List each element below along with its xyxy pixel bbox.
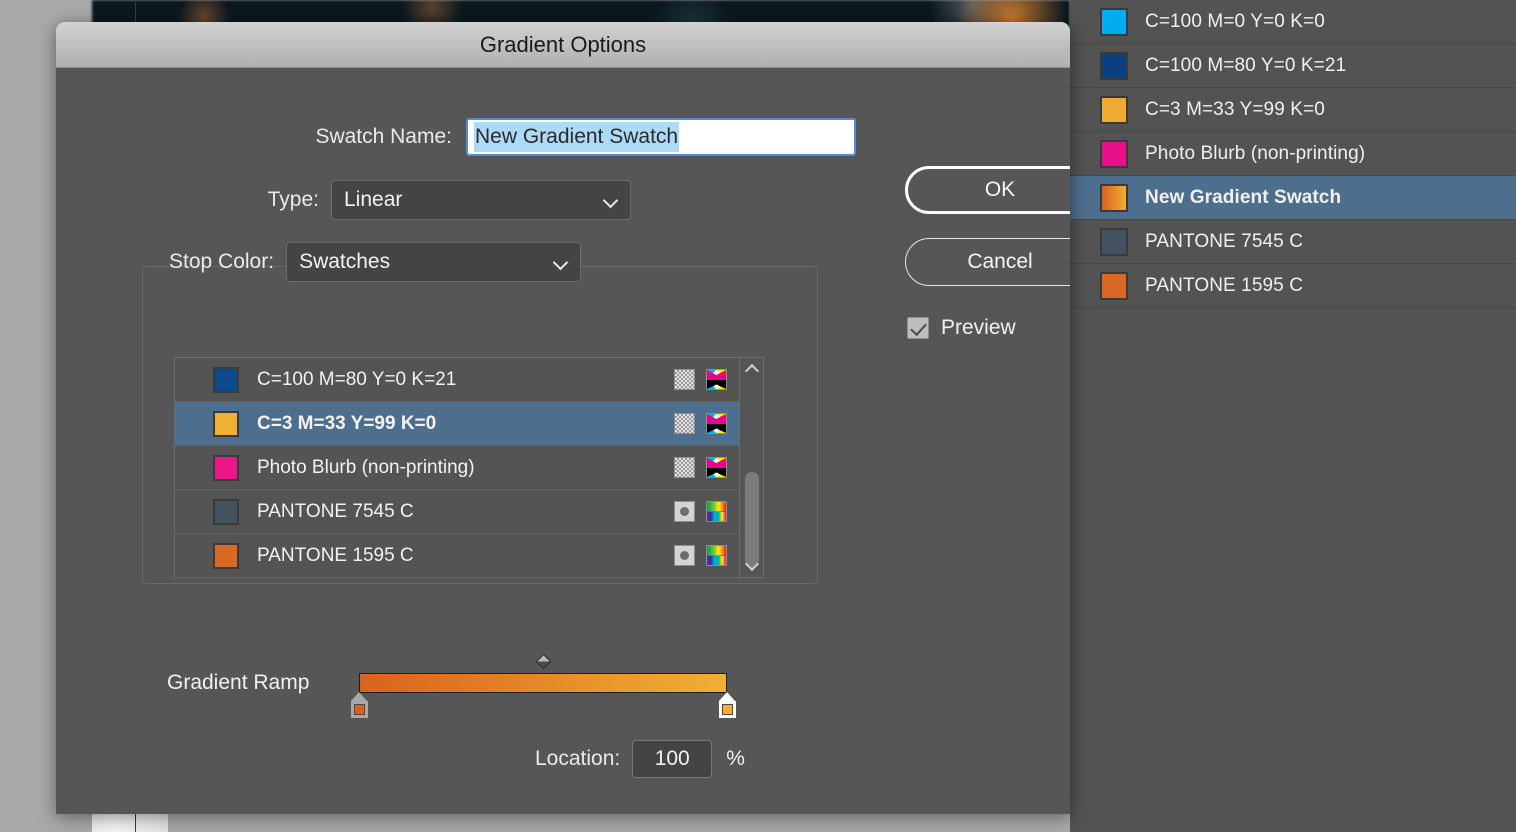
scroll-down-arrow-icon[interactable]: [740, 555, 764, 577]
preview-row[interactable]: Preview: [907, 316, 1016, 340]
rainbow-spot-mode-icon: [706, 545, 727, 566]
location-row: Location: 100 %: [535, 740, 745, 778]
swatch-panel-row[interactable]: C=100 M=0 Y=0 K=0: [1070, 0, 1516, 44]
swatch-panel-row[interactable]: C=3 M=33 Y=99 K=0: [1070, 88, 1516, 132]
preview-label: Preview: [941, 316, 1016, 339]
stop-color-swatch-list[interactable]: C=100 M=80 Y=0 K=21 C=3 M=33 Y=99 K=0 Phot…: [174, 357, 764, 578]
swatch-list-row-label: PANTONE 1595 C: [257, 544, 414, 566]
gradient-stop-swatch: [718, 701, 736, 718]
swatch-list-scrollbar[interactable]: [739, 358, 763, 577]
cmyk-process-mode-icon: [706, 457, 727, 478]
gradient-stop-pointer: [351, 692, 367, 701]
swatch-panel-row-label: New Gradient Swatch: [1145, 186, 1342, 208]
cmyk-process-mode-icon: [706, 413, 727, 434]
swatch-color-chip: [213, 410, 239, 437]
swatch-panel-row-label: Photo Blurb (non-printing): [1145, 142, 1366, 164]
spot-color-icon: [674, 545, 695, 566]
scrollbar-track[interactable]: [740, 380, 764, 568]
type-label: Type:: [267, 188, 319, 211]
swatch-panel-row[interactable]: PANTONE 1595 C: [1070, 264, 1516, 308]
gradient-stop[interactable]: [350, 692, 368, 718]
swatch-name-value: New Gradient Swatch: [474, 122, 680, 152]
swatch-color-chip: [1100, 7, 1128, 36]
swatch-list-row-label: C=100 M=80 Y=0 K=21: [257, 368, 457, 390]
swatch-row-icons: [674, 545, 727, 566]
swatch-color-chip: [1100, 95, 1128, 124]
swatch-row-icons: [674, 413, 727, 434]
swatches-panel[interactable]: C=100 M=0 Y=0 K=0 C=100 M=80 Y=0 K=21 C=3 …: [1070, 0, 1516, 832]
swatch-list-row[interactable]: PANTONE 1595 C: [175, 534, 739, 578]
preview-checkbox[interactable]: [907, 317, 929, 339]
swatch-name-row: Swatch Name: New Gradient Swatch: [56, 118, 856, 156]
swatch-panel-row[interactable]: C=100 M=80 Y=0 K=21: [1070, 44, 1516, 88]
swatch-name-input[interactable]: New Gradient Swatch: [466, 118, 856, 156]
swatch-list-row[interactable]: C=3 M=33 Y=99 K=0: [175, 402, 739, 446]
swatch-panel-row[interactable]: New Gradient Swatch: [1070, 176, 1516, 220]
stop-color-row: Stop Color: Swatches: [169, 242, 582, 282]
swatch-color-chip: [213, 542, 239, 569]
dialog-title-bar: Gradient Options: [56, 22, 1070, 68]
stop-color-value: Swatches: [299, 250, 391, 273]
tint-checker-icon: [674, 413, 695, 434]
swatch-panel-row-label: C=100 M=80 Y=0 K=21: [1145, 54, 1347, 76]
gradient-ramp-label: Gradient Ramp: [167, 671, 310, 694]
swatch-panel-row-label: C=3 M=33 Y=99 K=0: [1145, 98, 1325, 120]
swatch-row-icons: [674, 457, 727, 478]
gradient-midpoint-marker[interactable]: [535, 653, 551, 670]
stop-color-label: Stop Color:: [169, 250, 275, 273]
tint-checker-icon: [674, 457, 695, 478]
gradient-stop[interactable]: [718, 692, 736, 718]
gradient-stop-pointer: [719, 692, 735, 701]
swatch-panel-row[interactable]: Photo Blurb (non-printing): [1070, 132, 1516, 176]
gradient-stop-swatch: [350, 701, 368, 718]
stop-color-select[interactable]: Swatches: [286, 242, 582, 282]
swatch-panel-row-label: PANTONE 7545 C: [1145, 230, 1304, 252]
tint-checker-icon: [674, 369, 695, 390]
swatch-list-rows: C=100 M=80 Y=0 K=21 C=3 M=33 Y=99 K=0 Phot…: [175, 358, 739, 578]
swatch-color-chip: [1100, 51, 1128, 80]
type-value: Linear: [344, 188, 403, 211]
swatch-color-chip: [1100, 139, 1128, 168]
scroll-up-arrow-icon[interactable]: [740, 358, 764, 380]
swatch-color-chip: [213, 454, 239, 481]
location-value: 100: [654, 747, 690, 770]
location-label: Location:: [535, 747, 621, 770]
rainbow-spot-mode-icon: [706, 501, 727, 522]
chevron-down-icon: [604, 192, 620, 208]
swatch-color-chip: [1100, 271, 1128, 300]
scrollbar-thumb[interactable]: [744, 472, 759, 568]
location-input[interactable]: 100: [632, 740, 713, 778]
dialog-body: Swatch Name: New Gradient Swatch Type: L…: [56, 68, 1070, 814]
type-select[interactable]: Linear: [331, 180, 631, 220]
chevron-down-icon: [554, 254, 570, 270]
dialog-title: Gradient Options: [479, 31, 647, 57]
swatch-panel-row[interactable]: PANTONE 7545 C: [1070, 220, 1516, 264]
swatch-panel-row-label: PANTONE 1595 C: [1145, 274, 1304, 296]
swatch-color-chip: [213, 366, 239, 393]
swatch-list-row-label: Photo Blurb (non-printing): [257, 456, 475, 478]
swatch-list-row-label: C=3 M=33 Y=99 K=0: [257, 412, 437, 434]
swatch-name-label: Swatch Name:: [315, 125, 452, 148]
swatch-color-chip: [1100, 183, 1128, 212]
gradient-options-dialog: Gradient Options Swatch Name: New Gradie…: [56, 22, 1070, 814]
swatch-row-icons: [674, 369, 727, 390]
swatch-list-row[interactable]: C=100 M=80 Y=0 K=21: [175, 358, 739, 402]
location-unit: %: [726, 747, 745, 770]
swatch-list-row[interactable]: PANTONE 7545 C: [175, 490, 739, 534]
swatch-panel-row-label: C=100 M=0 Y=0 K=0: [1145, 10, 1325, 32]
swatch-list-row-label: PANTONE 7545 C: [257, 500, 414, 522]
spot-color-icon: [674, 501, 695, 522]
swatch-list-row[interactable]: Photo Blurb (non-printing): [175, 446, 739, 490]
cancel-button[interactable]: Cancel: [905, 238, 1070, 286]
type-row: Type: Linear: [56, 180, 631, 220]
ok-button[interactable]: OK: [905, 166, 1070, 214]
swatch-color-chip: [1100, 227, 1128, 256]
gradient-ramp[interactable]: [359, 673, 727, 693]
cmyk-process-mode-icon: [706, 369, 727, 390]
swatch-row-icons: [674, 501, 727, 522]
swatch-color-chip: [213, 498, 239, 525]
